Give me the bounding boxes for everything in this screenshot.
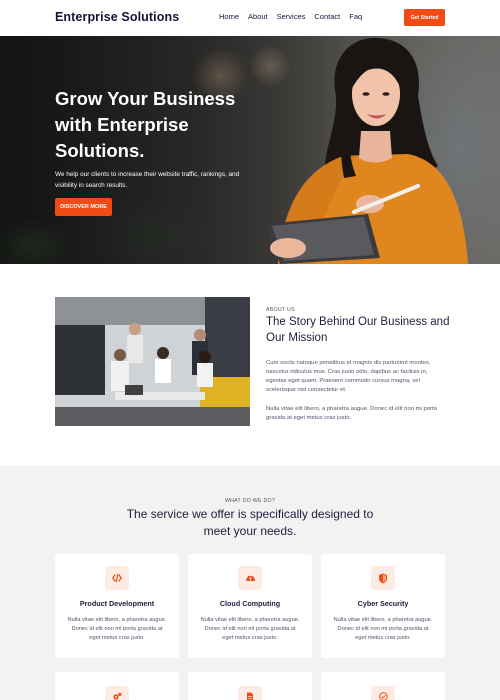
- service-card-text: Nulla vitae elit libero, a pharetra augu…: [333, 617, 433, 641]
- gears-icon: [105, 686, 129, 700]
- hero-title: Grow Your Business with Enterprise Solut…: [55, 88, 236, 161]
- nav-faq[interactable]: Faq: [349, 12, 362, 21]
- main-nav: Home About Services Contact Faq: [219, 12, 362, 21]
- service-card-cyber-security[interactable]: Cyber Security Nulla vitae elit libero, …: [321, 554, 445, 658]
- team-meeting-illustration: [55, 297, 250, 426]
- service-card-text: Nulla vitae elit libero, a pharetra augu…: [67, 617, 167, 641]
- check-circle-icon: [371, 686, 395, 700]
- services-section: WHAT DO WE DO? The service we offer is s…: [0, 466, 500, 700]
- get-started-button[interactable]: Get Started: [404, 9, 445, 26]
- about-kicker: ABOUT US: [266, 307, 295, 313]
- service-card-title: Cloud Computing: [219, 599, 281, 608]
- brand-logo[interactable]: Enterprise Solutions: [55, 10, 179, 24]
- hero-section: Grow Your Business with Enterprise Solut…: [0, 36, 500, 264]
- nav-services[interactable]: Services: [277, 12, 306, 21]
- about-team-meeting-image: [55, 297, 250, 426]
- service-card-product-development[interactable]: Product Development Nulla vitae elit lib…: [55, 554, 179, 658]
- services-title: The service we offer is specifically des…: [126, 507, 374, 538]
- document-icon: [238, 686, 262, 700]
- about-paragraph: Nulla vitae elit libero, a pharetra augu…: [266, 406, 437, 421]
- site-header: Enterprise Solutions Home About Services…: [0, 0, 500, 36]
- service-card-text: Nulla vitae elit libero, a pharetra augu…: [200, 617, 300, 641]
- cloud-upload-icon: [238, 566, 262, 590]
- about-paragraph: Cum sociis natoque penatibus et magnis d…: [266, 360, 431, 393]
- nav-home[interactable]: Home: [219, 12, 239, 21]
- nav-about[interactable]: About: [248, 12, 268, 21]
- nav-contact[interactable]: Contact: [314, 12, 340, 21]
- service-card-title: Cyber Security: [357, 599, 409, 608]
- service-card-cloud-computing[interactable]: Cloud Computing Nulla vitae elit libero,…: [188, 554, 312, 658]
- code-icon: [105, 566, 129, 590]
- discover-more-button[interactable]: DISCOVER MORE: [55, 198, 112, 216]
- about-title: The Story Behind Our Business and Our Mi…: [266, 316, 450, 344]
- service-card-partial[interactable]: [55, 672, 179, 700]
- services-kicker: WHAT DO WE DO?: [224, 498, 276, 504]
- hero-subtitle: We help our clients to increase their we…: [55, 171, 240, 189]
- shield-icon: [371, 566, 395, 590]
- service-card-partial[interactable]: [188, 672, 312, 700]
- service-card-title: Product Development: [79, 599, 155, 608]
- service-card-partial[interactable]: [321, 672, 445, 700]
- hero-woman-with-tablet-image: [266, 37, 468, 264]
